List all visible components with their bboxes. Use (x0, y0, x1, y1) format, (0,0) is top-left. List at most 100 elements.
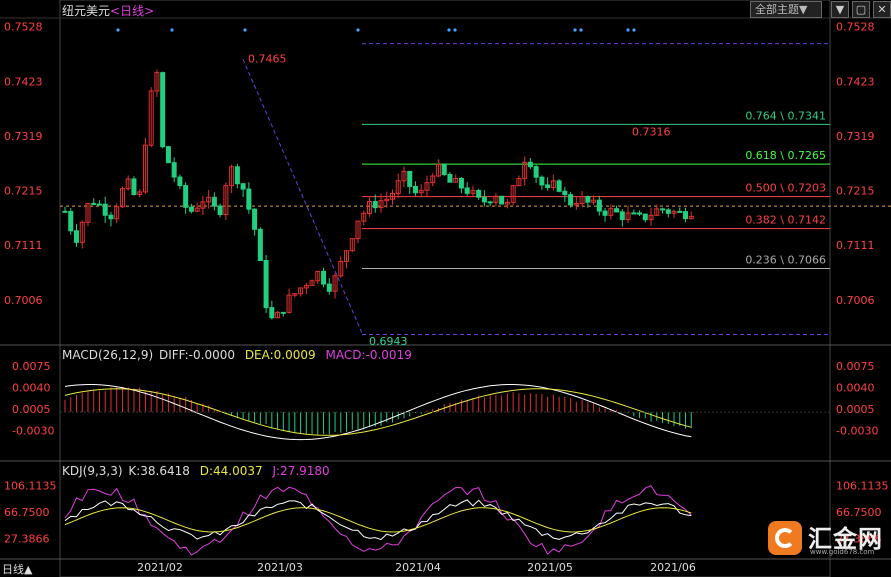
macd-header: MACD(26,12,9) (62, 348, 154, 362)
candle-body (269, 307, 275, 319)
price-tick-left: 0.7006 (4, 294, 43, 307)
price-tick-right: 0.7006 (836, 294, 875, 307)
candle-body (108, 214, 114, 220)
candle-body (665, 209, 671, 214)
timeframe-label[interactable]: <日线> (110, 4, 154, 18)
signal-dot (356, 28, 360, 32)
logo-icon (768, 521, 802, 555)
price-tick-right: 0.7111 (836, 239, 875, 252)
candle-body (637, 212, 643, 215)
candle-body (234, 166, 240, 185)
candle-body (441, 164, 447, 176)
candle-body (499, 195, 505, 205)
macd-tick-left: 0.0005 (12, 403, 51, 416)
maximize-button[interactable]: ▢ (852, 1, 870, 18)
price-tick-left: 0.7319 (4, 130, 43, 143)
macd-tick-right: 0.0075 (836, 360, 875, 373)
candle-body (683, 211, 689, 220)
low-annotation: 0.6943 (369, 335, 408, 348)
candle-body (631, 212, 637, 215)
candle-body (372, 201, 378, 209)
kdj-legend: KDJ(9,3,3) K:38.6418 D:44.0037 J:27.9180 (62, 464, 336, 478)
recent-high-annotation: 0.7316 (632, 125, 671, 138)
price-tick-right: 0.7528 (836, 20, 875, 33)
candle-body (102, 203, 108, 216)
price-tick-left: 0.7111 (4, 239, 43, 252)
candle-body (407, 170, 413, 187)
date-tick: 2021/05 (527, 561, 573, 574)
chart-canvas[interactable]: 0.764 \ 0.7341 0.618 \ 0.7265 0.500 \ 0.72… (0, 0, 891, 577)
candle-body (165, 146, 171, 164)
candle-body (211, 196, 217, 207)
candle-body (321, 270, 327, 285)
candle-body (539, 176, 545, 186)
price-tick-right: 0.7423 (836, 75, 875, 88)
candle-body (481, 196, 487, 203)
signal-dot (626, 28, 630, 32)
candle-body (73, 230, 79, 243)
candle-body (257, 228, 263, 262)
date-tick: 2021/03 (257, 561, 303, 574)
close-button[interactable]: ✕ (873, 1, 891, 18)
kdj-k-line (64, 499, 692, 541)
candle-body (280, 311, 286, 314)
chart-title: 纽元美元<日线> (62, 2, 154, 19)
kdj-j-line (64, 485, 692, 556)
macd-dea: DEA:0.0009 (244, 348, 316, 362)
high-annotation: 0.7465 (248, 52, 287, 65)
theme-dropdown[interactable]: 全部主题▼ (750, 1, 822, 18)
signal-dot (579, 28, 583, 32)
candle-body (545, 184, 551, 188)
macd-value: MACD:-0.0019 (325, 348, 412, 362)
candle-body (619, 211, 625, 220)
signal-dot (632, 28, 636, 32)
signal-dot (447, 28, 451, 32)
candle-body (91, 202, 97, 205)
candle-body (642, 213, 648, 221)
candle-body (568, 194, 574, 206)
candle-body (602, 210, 608, 216)
candle-body (326, 283, 332, 292)
gold678-logo: 汇金网 www.gold678.com (766, 519, 886, 559)
macd-diff: DIFF:-0.0000 (158, 348, 235, 362)
candle-body (447, 174, 453, 183)
candle-body (458, 178, 464, 189)
candle-body (464, 187, 470, 194)
candle-body (96, 203, 102, 206)
fib-label: 0.382 \ 0.7142 (745, 214, 826, 227)
macd-tick-left: 0.0075 (12, 360, 51, 373)
signal-dot (453, 28, 457, 32)
kdj-tick-right: 66.7500 (836, 506, 882, 519)
price-tick-left: 0.7423 (4, 75, 43, 88)
candle-body (183, 185, 189, 208)
candle-body (412, 185, 418, 194)
candle-body (188, 206, 194, 212)
signal-dot (243, 28, 247, 32)
kdj-d-line (64, 507, 692, 533)
kdj-tick-left: 106.1135 (4, 479, 57, 492)
candle-body (476, 189, 482, 198)
price-tick-left: 0.7528 (4, 20, 43, 33)
macd-tick-right: 0.0040 (836, 382, 875, 395)
candle-body (585, 196, 591, 203)
kdj-tick-left: 27.3866 (4, 533, 50, 546)
signal-dot (170, 28, 174, 32)
logo-url: www.gold678.com (810, 548, 875, 556)
price-tick-right: 0.7319 (836, 130, 875, 143)
kdj-header: KDJ(9,3,3) (62, 464, 123, 478)
candle-body (596, 199, 602, 212)
period-tab[interactable]: 日线▲ (2, 561, 32, 577)
macd-tick-left: 0.0040 (12, 382, 51, 395)
candle-body (556, 180, 562, 192)
candle-body (131, 178, 137, 195)
candle-body (62, 210, 68, 213)
fib-label: 0.764 \ 0.7341 (745, 109, 826, 122)
price-tick-right: 0.7215 (836, 184, 875, 197)
scroll-down-button[interactable]: ▼ (831, 1, 849, 18)
candle-body (177, 176, 183, 187)
candle-body (562, 190, 568, 196)
candle-body (527, 161, 533, 168)
date-tick: 2021/04 (395, 561, 441, 574)
symbol-label: 纽元美元 (62, 4, 111, 18)
kdj-d: D:44.0037 (199, 464, 263, 478)
